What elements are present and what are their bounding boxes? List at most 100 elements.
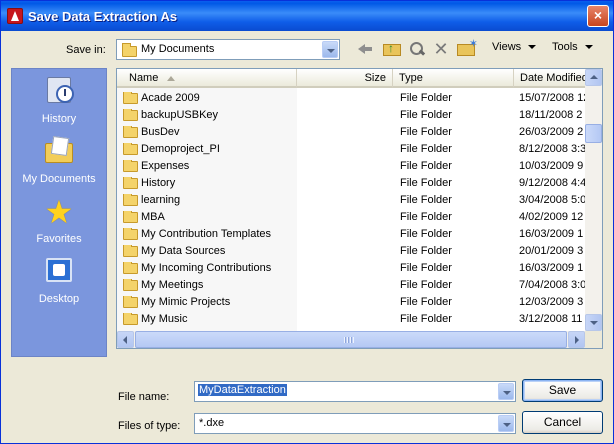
folder-icon	[123, 211, 138, 223]
cancel-button[interactable]: Cancel	[522, 411, 603, 434]
search-web-icon[interactable]	[408, 41, 426, 57]
file-row[interactable]: History File Folder 9/12/2008 4:4	[117, 175, 585, 192]
file-row[interactable]: My Incoming Contributions File Folder 16/0…	[117, 260, 585, 277]
file-name-cell: learning	[123, 194, 299, 206]
file-name-text: Acade 2009	[141, 92, 200, 104]
file-name-cell: My Meetings	[123, 279, 299, 291]
chevron-down-icon[interactable]	[498, 415, 514, 432]
file-name-text: My Contribution Templates	[141, 228, 272, 240]
column-header-name[interactable]: Name	[117, 69, 297, 88]
sort-ascending-icon	[167, 76, 175, 81]
file-date-cell: 26/03/2009 2	[519, 126, 584, 138]
file-name-text: MBA	[141, 211, 165, 223]
folder-icon	[123, 109, 138, 121]
chevron-down-icon[interactable]	[498, 383, 514, 400]
file-name-text: backupUSBKey	[141, 109, 219, 121]
file-row[interactable]: BusDev File Folder 26/03/2009 2	[117, 124, 585, 141]
vertical-scroll-thumb[interactable]	[585, 124, 602, 143]
views-label: Views	[492, 41, 522, 53]
file-type-cell: File Folder	[400, 177, 452, 189]
tools-label: Tools	[552, 41, 578, 53]
horizontal-scroll-thumb[interactable]	[135, 331, 567, 348]
file-row[interactable]: My Mimic Projects File Folder 12/03/2009 3	[117, 294, 585, 311]
save-in-value: My Documents	[141, 43, 215, 55]
file-name-cell: My Incoming Contributions	[123, 262, 299, 274]
save-in-dropdown[interactable]: My Documents	[116, 39, 340, 60]
vertical-scrollbar[interactable]	[585, 69, 602, 348]
file-date-cell: 3/04/2008 5:0	[519, 194, 585, 206]
file-row[interactable]: learning File Folder 3/04/2008 5:0	[117, 192, 585, 209]
file-type-cell: File Folder	[400, 211, 452, 223]
chevron-down-icon[interactable]	[322, 41, 338, 58]
file-row[interactable]: My Meetings File Folder 7/04/2008 3:0	[117, 277, 585, 294]
folder-icon	[123, 143, 138, 155]
file-type-dropdown[interactable]: *.dxe	[194, 413, 516, 434]
file-name-cell: Demoproject_PI	[123, 143, 299, 155]
column-header-type[interactable]: Type	[393, 69, 514, 88]
file-row[interactable]: My Data Sources File Folder 20/01/2009 3	[117, 243, 585, 260]
folder-icon	[123, 228, 138, 240]
place-favorites[interactable]: ★ Favorites	[12, 195, 106, 245]
save-dialog: Save Data Extraction As × Save in: My Do…	[0, 0, 614, 444]
file-list[interactable]: Name Size Type Date Modified Acade 2009 F…	[116, 68, 603, 349]
file-name-text: My Meetings	[141, 279, 204, 291]
column-header-size[interactable]: Size	[297, 69, 393, 88]
file-name-cell: History	[123, 177, 299, 189]
file-name-text: learning	[141, 194, 181, 206]
new-folder-icon[interactable]	[457, 37, 478, 56]
file-date-cell: 4/02/2009 12	[519, 211, 584, 223]
folder-icon	[123, 245, 138, 257]
favorites-star-icon: ★	[44, 194, 74, 230]
file-date-cell: 7/04/2008 3:0	[519, 279, 585, 291]
file-name-cell: Expenses	[123, 160, 299, 172]
column-header-row: Name Size Type Date Modified	[117, 69, 602, 88]
file-row[interactable]: MBA File Folder 4/02/2009 12	[117, 209, 585, 226]
file-date-cell: 15/07/2008 12:	[519, 92, 585, 104]
close-button[interactable]: ×	[587, 5, 609, 27]
place-history[interactable]: History	[12, 75, 106, 125]
views-menu[interactable]: Views	[492, 41, 537, 53]
up-folder-icon[interactable]	[383, 41, 401, 56]
app-logo-icon	[7, 8, 23, 24]
file-row[interactable]: Expenses File Folder 10/03/2009 9	[117, 158, 585, 175]
place-desktop[interactable]: Desktop	[12, 255, 106, 305]
my-documents-icon	[42, 135, 76, 169]
delete-icon[interactable]: ✕	[432, 40, 450, 58]
file-date-cell: 12/03/2009 3	[519, 296, 584, 308]
scroll-down-button[interactable]	[585, 314, 602, 331]
file-name-text: History	[141, 177, 176, 189]
column-name-label: Name	[129, 72, 159, 84]
file-name-field[interactable]: MyDataExtraction	[194, 381, 516, 402]
file-type-cell: File Folder	[400, 262, 452, 274]
file-row[interactable]: backupUSBKey File Folder 18/11/2008 2	[117, 107, 585, 124]
file-name-cell: MBA	[123, 211, 299, 223]
file-row[interactable]: My Contribution Templates File Folder 16/0…	[117, 226, 585, 243]
file-row[interactable]: Demoproject_PI File Folder 8/12/2008 3:3	[117, 141, 585, 158]
history-icon	[42, 75, 76, 109]
horizontal-scrollbar[interactable]	[117, 331, 585, 348]
tools-menu[interactable]: Tools	[552, 41, 593, 53]
file-name-text: Expenses	[141, 160, 190, 172]
folder-icon	[123, 279, 138, 291]
file-row[interactable]: Acade 2009 File Folder 15/07/2008 12:	[117, 90, 585, 107]
scroll-up-button[interactable]	[585, 69, 602, 86]
title-bar[interactable]: Save Data Extraction As ×	[1, 1, 613, 31]
file-name-cell: backupUSBKey	[123, 109, 299, 121]
places-bar: History My Documents ★ Favorites Desktop	[11, 68, 107, 357]
file-date-cell: 10/03/2009 9	[519, 160, 584, 172]
file-type-cell: File Folder	[400, 194, 452, 206]
save-button[interactable]: Save	[522, 379, 603, 402]
chevron-down-icon	[584, 45, 593, 50]
file-date-cell: 9/12/2008 4:4	[519, 177, 585, 189]
file-date-cell: 18/11/2008 2	[519, 109, 583, 121]
back-arrow-icon[interactable]	[356, 41, 374, 57]
folder-icon	[123, 194, 138, 206]
scroll-left-button[interactable]	[117, 331, 134, 348]
file-row[interactable]: My Music File Folder 3/12/2008 11	[117, 311, 585, 328]
scroll-corner	[585, 331, 602, 348]
place-my-documents[interactable]: My Documents	[12, 135, 106, 185]
folder-icon	[123, 313, 138, 325]
file-date-cell: 16/03/2009 1	[519, 262, 584, 274]
scroll-right-button[interactable]	[568, 331, 585, 348]
file-type-cell: File Folder	[400, 92, 452, 104]
